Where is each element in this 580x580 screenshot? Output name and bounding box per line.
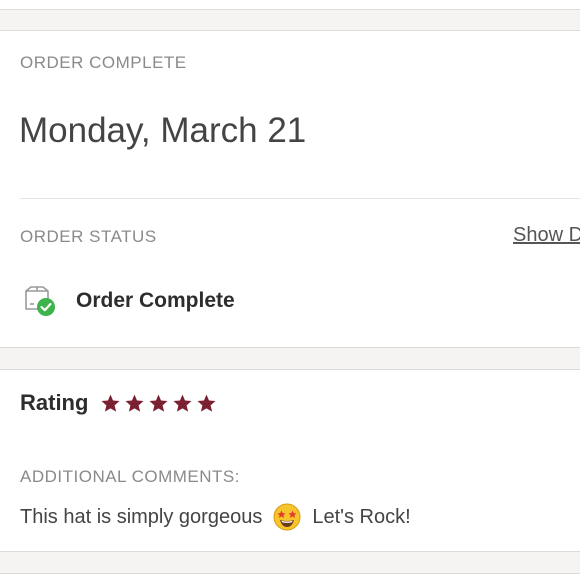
rating-card: Rating ADDITIONAL COMMENTS: This hat is … [0,369,580,552]
top-card-edge [0,0,580,10]
order-status-label: ORDER STATUS [20,227,157,246]
comment-text-before: This hat is simply gorgeous [20,505,263,528]
divider [20,198,580,199]
additional-comments-label: ADDITIONAL COMMENTS: [20,467,240,486]
star-struck-emoji-icon [272,502,302,532]
comment-text-after: Let's Rock! [312,505,411,528]
star-icon [124,393,145,414]
order-detail-page: ORDER COMPLETE Monday, March 21 ORDER ST… [0,0,580,580]
bottom-card-edge [0,573,580,580]
rating-stars [100,393,217,414]
order-card: ORDER COMPLETE Monday, March 21 ORDER ST… [0,30,580,348]
rating-row: Rating [20,388,217,418]
comment-text: This hat is simply gorgeous Let's Rock! [20,502,411,532]
star-icon [172,393,193,414]
star-icon [148,393,169,414]
package-check-icon [22,283,58,319]
order-complete-label: ORDER COMPLETE [20,53,187,72]
star-icon [196,393,217,414]
order-status-text: Order Complete [76,289,235,312]
rating-label: Rating [20,390,89,415]
show-details-link[interactable]: Show D [513,224,580,247]
order-status-row: Order Complete [22,283,235,319]
star-icon [100,393,121,414]
order-date: Monday, March 21 [19,111,307,150]
